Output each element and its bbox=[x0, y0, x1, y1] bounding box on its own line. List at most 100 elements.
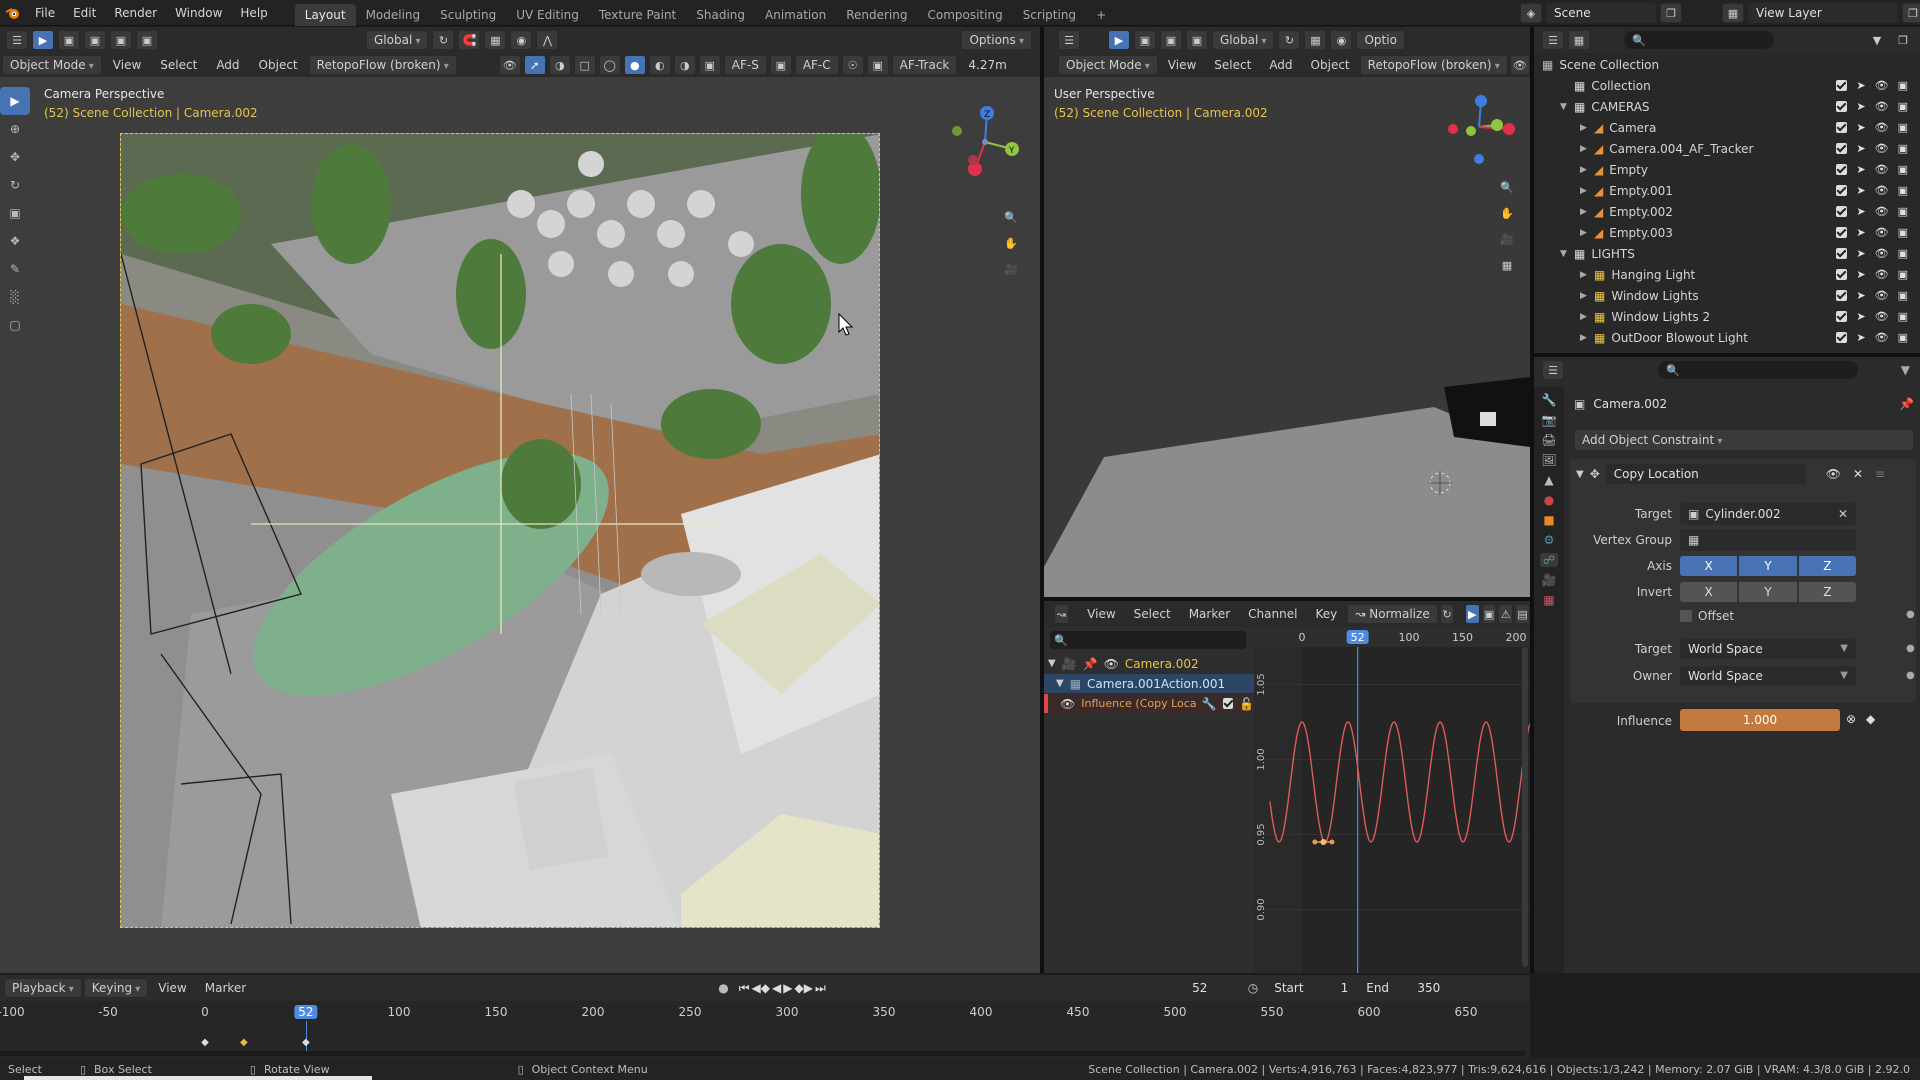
graph-menu-marker[interactable]: Marker bbox=[1181, 607, 1238, 621]
view-layer-new-icon[interactable]: ❐ bbox=[1902, 3, 1920, 23]
scene-name[interactable]: Scene bbox=[1546, 3, 1656, 23]
render-camera-icon[interactable]: ▣ bbox=[1898, 121, 1908, 134]
render-camera-icon[interactable]: ▣ bbox=[1898, 289, 1908, 302]
pivot-icon[interactable]: ↻ bbox=[432, 30, 455, 50]
workspace-tab-modeling[interactable]: Modeling bbox=[356, 4, 431, 26]
play-icon[interactable]: ▶ bbox=[783, 981, 792, 995]
proportional-icon[interactable]: ◉ bbox=[510, 30, 533, 50]
menu-window[interactable]: Window bbox=[166, 0, 231, 26]
render-camera-icon[interactable]: ▣ bbox=[1898, 100, 1908, 113]
disable-keep-transform-icon[interactable]: ⊗ bbox=[1846, 712, 1856, 726]
workspace-tab-sculpting[interactable]: Sculpting bbox=[430, 4, 506, 26]
constraint-drag-handle-icon[interactable]: ≡ bbox=[1875, 467, 1885, 481]
fcurve-mute-checkbox[interactable] bbox=[1222, 698, 1234, 709]
graph-menu-select[interactable]: Select bbox=[1126, 607, 1179, 621]
menu-object[interactable]: Object bbox=[251, 58, 306, 72]
af-picker-icon[interactable]: ☉ bbox=[841, 55, 864, 75]
eye-visibility-icon[interactable]: 👁 bbox=[1875, 247, 1889, 260]
graph-menu-key[interactable]: Key bbox=[1307, 607, 1345, 621]
tab-object-icon[interactable]: ■ bbox=[1543, 513, 1554, 527]
expand-arrow-icon[interactable]: ▶ bbox=[1580, 333, 1594, 343]
shading-material-icon[interactable]: ◐ bbox=[648, 55, 671, 75]
render-camera-icon[interactable]: ▣ bbox=[1898, 142, 1908, 155]
af-track-button[interactable]: AF-Track bbox=[891, 55, 958, 75]
modifier-wrench-icon[interactable]: 🔧 bbox=[1202, 697, 1217, 711]
selectable-arrow-icon[interactable]: ➤ bbox=[1856, 205, 1865, 218]
outliner-row[interactable]: ▼ ▦ CAMERAS ➤ 👁 ▣ bbox=[1534, 96, 1920, 117]
constraint-remove-icon[interactable]: ✕ bbox=[1853, 467, 1863, 481]
expand-arrow-icon[interactable]: ▶ bbox=[1580, 144, 1594, 154]
falloff-icon[interactable]: ⋀ bbox=[536, 30, 559, 50]
axis-y-toggle[interactable]: Y bbox=[1739, 556, 1797, 576]
normalize-refresh-icon[interactable]: ↻ bbox=[1439, 604, 1455, 624]
af-s-button[interactable]: AF-S bbox=[723, 55, 767, 75]
keyframe-diamond-icon[interactable]: ◆ bbox=[240, 1037, 248, 1048]
offset-checkbox-row[interactable]: Offset bbox=[1680, 609, 1734, 623]
visibility-filter-icon[interactable]: 👁 bbox=[498, 55, 521, 75]
camera-view-icon[interactable]: 🎥 bbox=[1000, 259, 1022, 279]
fcurve-eye-icon[interactable]: 👁 bbox=[1060, 697, 1075, 711]
rotate-tool-icon[interactable]: ↻ bbox=[0, 171, 30, 199]
play-reverse-icon[interactable]: ◀ bbox=[772, 981, 781, 995]
add-cube-tool-icon[interactable]: ▢ bbox=[0, 311, 30, 339]
options-dropdown[interactable]: Options bbox=[961, 30, 1032, 50]
selectable-arrow-icon[interactable]: ➤ bbox=[1856, 142, 1865, 155]
selectable-arrow-icon[interactable]: ➤ bbox=[1856, 163, 1865, 176]
end-frame-field[interactable]: End 350 bbox=[1358, 978, 1449, 998]
shading-wire-icon[interactable]: ◯ bbox=[598, 55, 621, 75]
exclude-checkbox[interactable] bbox=[1836, 248, 1848, 259]
mode-subtract-icon[interactable]: ▣ bbox=[110, 30, 132, 50]
menu-view[interactable]: View bbox=[105, 58, 149, 72]
expand-arrow-icon[interactable]: ▶ bbox=[1580, 270, 1594, 280]
exclude-checkbox[interactable] bbox=[1836, 269, 1848, 280]
blender-logo-icon[interactable] bbox=[0, 6, 26, 20]
render-camera-icon[interactable]: ▣ bbox=[1898, 247, 1908, 260]
right-3d-viewport[interactable]: ☰ ▶ ▣ ▣ ▣ Global ↻ ▦ ◉ Optio Object Mode… bbox=[1044, 27, 1530, 597]
timeline-ruler[interactable]: -100 -50 0 52 100 150 200 250 300 350 400 450 500 550… bbox=[0, 1001, 1530, 1058]
navigation-gizmo[interactable]: Z Y bbox=[945, 97, 1025, 192]
graph-editor[interactable]: ↝ View Select Marker Channel Key ↝ Normal… bbox=[1044, 601, 1530, 973]
influence-keyframe-diamond-icon[interactable]: ◆ bbox=[1866, 712, 1875, 726]
eye-visibility-icon[interactable]: 👁 bbox=[1875, 205, 1889, 218]
selectable-arrow-icon[interactable]: ➤ bbox=[1856, 184, 1865, 197]
add-workspace-icon[interactable]: + bbox=[1086, 4, 1116, 26]
timeline-menu-view[interactable]: View bbox=[150, 981, 194, 995]
mode-new-icon[interactable]: ▣ bbox=[58, 30, 80, 50]
snap-target-icon[interactable]: ▦ bbox=[484, 30, 507, 50]
navigation-gizmo-right[interactable] bbox=[1439, 87, 1519, 167]
render-camera-icon[interactable]: ▣ bbox=[1898, 226, 1908, 239]
tab-render-icon[interactable]: 📷 bbox=[1542, 413, 1557, 427]
eye-visibility-icon[interactable]: 👁 bbox=[1875, 226, 1889, 239]
camera-view-icon-right[interactable]: 🎥 bbox=[1496, 229, 1518, 249]
preview-range-clock-icon[interactable]: ◷ bbox=[1248, 981, 1258, 995]
menu-add[interactable]: Add bbox=[208, 58, 247, 72]
eye-icon[interactable]: 👁 bbox=[1104, 657, 1119, 671]
eye-visibility-icon[interactable]: 👁 bbox=[1875, 310, 1889, 323]
exclude-checkbox[interactable] bbox=[1836, 227, 1848, 238]
offset-checkbox[interactable] bbox=[1680, 610, 1692, 622]
scene-new-icon[interactable]: ❐ bbox=[1660, 3, 1682, 23]
eye-visibility-icon[interactable]: 👁 bbox=[1875, 142, 1889, 155]
selectable-arrow-icon[interactable]: ➤ bbox=[1856, 268, 1865, 281]
jump-prev-key-icon[interactable]: ◀◆ bbox=[752, 981, 770, 995]
keying-dropdown[interactable]: Keying bbox=[83, 978, 149, 998]
eye-visibility-icon[interactable]: 👁 bbox=[1875, 100, 1889, 113]
normalize-toggle[interactable]: ↝ Normalize bbox=[1347, 604, 1438, 624]
axis-z-toggle[interactable]: Z bbox=[1798, 556, 1856, 576]
offset-keyframe-dot-icon[interactable]: ● bbox=[1906, 609, 1915, 620]
scene-selector[interactable]: ◈ Scene ❐ bbox=[1520, 3, 1682, 23]
graph-scrollbar[interactable] bbox=[1522, 647, 1528, 967]
eye-visibility-icon[interactable]: 👁 bbox=[1875, 184, 1889, 197]
channel-search-input[interactable]: 🔍 bbox=[1050, 631, 1246, 649]
keyframe-handle-left[interactable] bbox=[1312, 839, 1318, 845]
jump-start-icon[interactable]: ⏮ bbox=[739, 981, 750, 996]
outliner-row[interactable]: ▶ ◢ Empty.002 ➤ 👁 ▣ bbox=[1534, 201, 1920, 222]
outliner-row[interactable]: ▶ ◢ Empty.003 ➤ 👁 ▣ bbox=[1534, 222, 1920, 243]
outliner-display-mode-icon[interactable]: ▦ bbox=[1568, 30, 1590, 50]
outliner-row[interactable]: ▦ Collection ➤ 👁 ▣ bbox=[1534, 75, 1920, 96]
exclude-checkbox[interactable] bbox=[1836, 80, 1848, 91]
exclude-checkbox[interactable] bbox=[1836, 101, 1848, 112]
gizmo-icon[interactable]: ➚ bbox=[523, 55, 546, 75]
auto-keying-icon[interactable]: ● bbox=[718, 981, 728, 995]
workspace-tab-animation[interactable]: Animation bbox=[755, 4, 836, 26]
